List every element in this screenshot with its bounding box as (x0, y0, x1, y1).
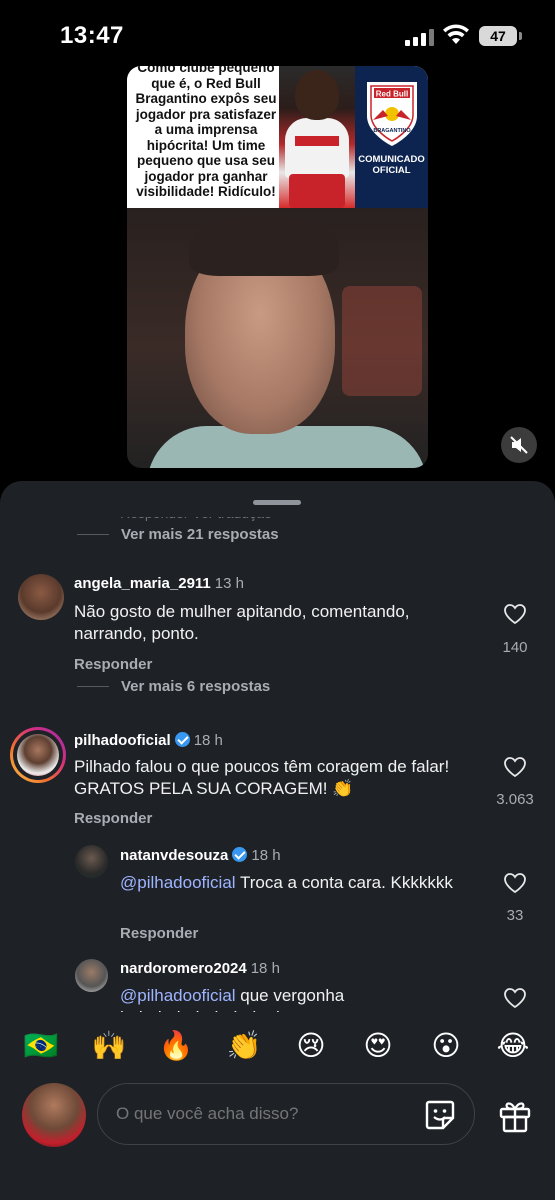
emoji-raising-hands[interactable]: 🙌 (89, 1026, 129, 1066)
emoji-surprised-face[interactable]: 😮 (426, 1026, 466, 1066)
comment-text: Não gosto de mulher apitando, comentando… (74, 602, 410, 643)
emoji-crying-face[interactable]: 😢 (291, 1026, 331, 1066)
reply-button[interactable]: Responder (74, 810, 152, 827)
mention-link[interactable]: @pilhadooficial (120, 986, 236, 1005)
reply-text: @pilhadooficial Troca a conta cara. Kkkk… (120, 873, 453, 892)
quick-emoji-bar: 🇧🇷 🙌 🔥 👏 😢 😍 😮 😂 (0, 1026, 555, 1066)
club-announcement-panel: Red Bull BRAGANTINO COMUNICADO OFICIAL (355, 66, 428, 208)
heart-outline-icon[interactable] (503, 987, 527, 1009)
comment-text: Pilhado falou o que poucos têm coragem d… (74, 757, 450, 798)
heart-outline-icon[interactable] (503, 872, 527, 894)
reply-username[interactable]: natanvdesouza 18 h (120, 847, 281, 864)
player-photo (279, 66, 355, 208)
reply-username[interactable]: nardoromero2024 18 h (120, 960, 280, 977)
svg-text:Red Bull: Red Bull (376, 90, 408, 99)
emoji-tears-of-joy[interactable]: 😂 (493, 1026, 533, 1066)
video-caption-text: Como clube pequeno que é, o Red Bull Bra… (135, 66, 277, 202)
club-panel-text: COMUNICADO OFICIAL (358, 154, 425, 176)
comment-username[interactable]: pilhadooficial 18 h (74, 732, 223, 749)
like-count: 33 (506, 907, 524, 924)
clock: 13:47 (60, 22, 124, 49)
svg-text:BRAGANTINO: BRAGANTINO (373, 128, 411, 134)
my-avatar (22, 1083, 86, 1147)
like-count: 140 (502, 639, 528, 656)
comment-input[interactable] (116, 1104, 406, 1124)
video-overlay-banner: Como clube pequeno que é, o Red Bull Bra… (127, 66, 428, 208)
avatar[interactable] (75, 845, 108, 878)
faded-reply-row: Responder Ver tradução (120, 505, 272, 521)
like-count: 3.063 (496, 791, 534, 808)
status-bar: 13:47 47 (0, 0, 555, 70)
heart-outline-icon[interactable] (503, 603, 527, 625)
sheet-grabber[interactable] (253, 500, 301, 505)
speaker-muted-icon (510, 436, 528, 454)
comment-username[interactable]: angela_maria_2911 13 h (74, 575, 244, 592)
reply-button[interactable]: Responder (120, 925, 198, 942)
avatar-with-story-ring[interactable] (10, 727, 66, 783)
red-bull-bragantino-logo: Red Bull BRAGANTINO (367, 82, 417, 146)
verified-badge-icon (232, 847, 248, 862)
view-more-replies-button[interactable]: Ver mais 6 respostas (77, 678, 270, 695)
heart-outline-icon[interactable] (503, 756, 527, 778)
emoji-clapping-hands[interactable]: 👏 (224, 1026, 264, 1066)
comment-input-box[interactable] (97, 1083, 475, 1145)
emoji-brazil-flag[interactable]: 🇧🇷 (21, 1026, 61, 1066)
emoji-heart-eyes[interactable]: 😍 (358, 1026, 398, 1066)
reply-button[interactable]: Responder (74, 656, 152, 673)
mute-button[interactable] (501, 427, 537, 463)
avatar[interactable] (18, 574, 64, 620)
verified-badge-icon (174, 732, 190, 747)
comment-composer: 🇧🇷 🙌 🔥 👏 😢 😍 😮 😂 (0, 1012, 555, 1200)
cellular-signal-icon (405, 28, 435, 46)
emoji-fire[interactable]: 🔥 (156, 1026, 196, 1066)
mention-link[interactable]: @pilhadooficial (120, 873, 236, 892)
view-more-replies-button[interactable]: Ver mais 21 respostas (77, 526, 279, 543)
avatar[interactable] (75, 959, 108, 992)
reel-video[interactable]: Como clube pequeno que é, o Red Bull Bra… (127, 66, 428, 468)
wifi-icon (443, 24, 469, 44)
sticker-icon[interactable] (423, 1098, 457, 1132)
gift-icon[interactable] (497, 1098, 533, 1134)
battery-indicator: 47 (479, 26, 522, 46)
